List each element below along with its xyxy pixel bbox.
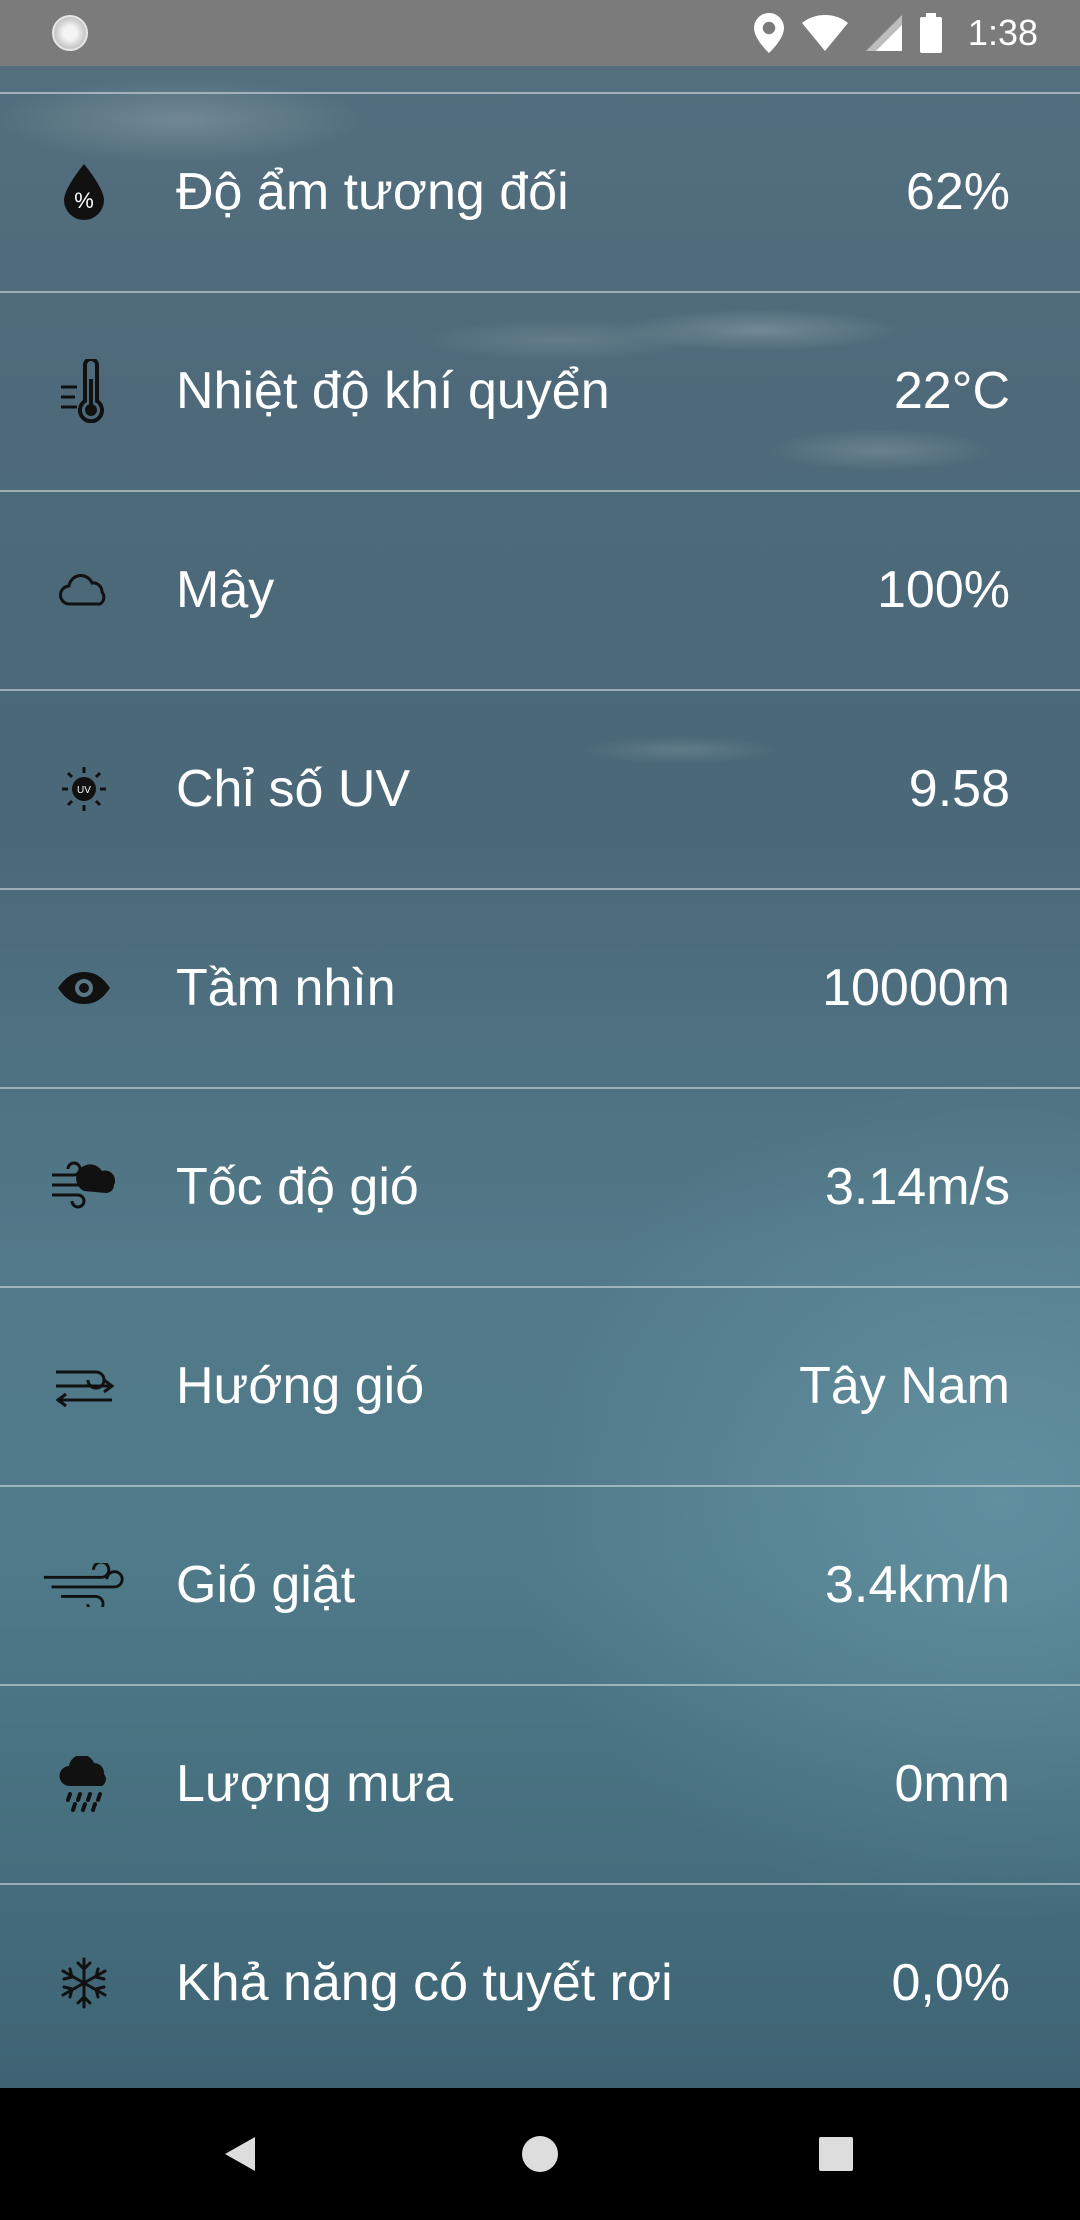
- home-circle-icon: [522, 2136, 558, 2172]
- svg-text:UV: UV: [77, 785, 91, 796]
- battery-icon: [919, 13, 942, 53]
- detail-value: 62%: [905, 163, 1010, 221]
- thermometer-icon: [42, 355, 126, 427]
- humidity-drop-icon: %: [42, 156, 126, 228]
- weather-details-list: % Độ ẩm tương đối 62% Nhiệt độ khí quyển…: [0, 92, 1080, 2082]
- app-status-icon: [52, 15, 88, 51]
- detail-label: Hướng gió: [176, 1357, 425, 1415]
- eye-icon: [42, 952, 126, 1024]
- back-button[interactable]: [210, 2124, 270, 2184]
- cloud-icon: [42, 554, 126, 626]
- detail-row-visibility: Tầm nhìn 10000m: [0, 888, 1080, 1087]
- detail-value: 0,0%: [891, 1954, 1010, 2012]
- svg-text:%: %: [74, 188, 94, 213]
- detail-label: Tốc độ gió: [176, 1158, 419, 1216]
- detail-label: Tầm nhìn: [176, 959, 396, 1017]
- detail-row-humidity: % Độ ẩm tương đối 62%: [0, 92, 1080, 291]
- detail-row-temperature: Nhiệt độ khí quyển 22°C: [0, 291, 1080, 490]
- detail-label: Chỉ số UV: [176, 760, 411, 818]
- detail-row-uv: UV Chỉ số UV 9.58: [0, 689, 1080, 888]
- detail-row-clouds: Mây 100%: [0, 490, 1080, 689]
- detail-value: Tây Nam: [799, 1357, 1010, 1415]
- detail-row-rainfall: Lượng mưa 0mm: [0, 1684, 1080, 1883]
- uv-sun-icon: UV: [42, 753, 126, 825]
- wind-gust-icon: [42, 1549, 126, 1621]
- detail-row-wind-speed: Tốc độ gió 3.14m/s: [0, 1087, 1080, 1286]
- snowflake-icon: [42, 1947, 126, 2019]
- status-time: 1:38: [967, 12, 1038, 53]
- detail-value: 3.14m/s: [825, 1158, 1010, 1216]
- status-bar: 1:38: [0, 0, 1080, 66]
- navigation-bar: [0, 2088, 1080, 2220]
- detail-value: 10000m: [822, 959, 1010, 1017]
- recents-button[interactable]: [806, 2124, 866, 2184]
- detail-label: Gió giật: [176, 1556, 356, 1614]
- rain-cloud-icon: [42, 1748, 126, 1820]
- detail-label: Nhiệt độ khí quyển: [176, 362, 610, 420]
- wind-speed-icon: [42, 1151, 126, 1223]
- detail-row-wind-gust: Gió giật 3.4km/h: [0, 1485, 1080, 1684]
- recents-square-icon: [819, 2137, 853, 2171]
- signal-icon: [865, 15, 902, 51]
- back-triangle-icon: [225, 2137, 255, 2171]
- detail-value: 3.4km/h: [825, 1556, 1010, 1614]
- detail-value: 9.58: [908, 760, 1010, 818]
- wifi-icon: [801, 15, 848, 51]
- detail-label: Lượng mưa: [176, 1755, 454, 1813]
- detail-row-snow-chance: Khả năng có tuyết rơi 0,0%: [0, 1883, 1080, 2082]
- detail-label: Khả năng có tuyết rơi: [176, 1954, 673, 2012]
- detail-label: Độ ẩm tương đối: [176, 163, 569, 221]
- wind-direction-icon: [42, 1350, 126, 1422]
- detail-value: 0mm: [894, 1755, 1010, 1813]
- detail-value: 100%: [877, 561, 1010, 619]
- detail-value: 22°C: [893, 362, 1010, 420]
- detail-row-wind-direction: Hướng gió Tây Nam: [0, 1286, 1080, 1485]
- home-button[interactable]: [510, 2124, 570, 2184]
- location-icon: [753, 13, 784, 53]
- detail-label: Mây: [176, 561, 275, 619]
